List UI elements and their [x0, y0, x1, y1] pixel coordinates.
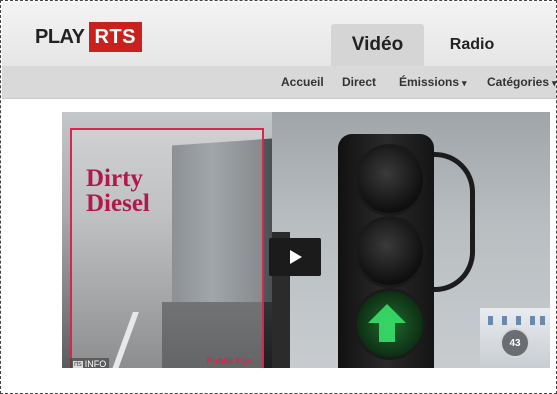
tab-radio[interactable]: Radio: [425, 24, 519, 66]
video-player[interactable]: Dirty Diesel Public Eye rts INFO 43: [62, 112, 550, 368]
caret-down-icon: ▾: [552, 78, 557, 88]
logo-play-text: PLAY: [35, 25, 85, 48]
channel-badge-prefix: rts: [73, 360, 83, 368]
channel-badge: rts INFO: [70, 358, 110, 368]
nav-categories-label: Catégories: [487, 75, 550, 89]
site-header: PLAY RTS Vidéo Radio: [2, 2, 556, 66]
nav-categories[interactable]: Catégories ▾: [487, 75, 557, 89]
video-thumbnail-left: Dirty Diesel Public Eye rts INFO: [62, 112, 272, 368]
magazine-title: Dirty Diesel: [86, 166, 150, 216]
traffic-lamp-red: [354, 144, 426, 216]
nav-accueil[interactable]: Accueil: [281, 75, 324, 89]
page-frame: PLAY RTS Vidéo Radio Accueil Direct Émis…: [0, 0, 557, 394]
magazine-title-line1: Dirty: [86, 165, 143, 192]
nav-emissions[interactable]: Émissions ▾: [399, 75, 467, 89]
logo-rts-text: RTS: [88, 22, 143, 52]
corner-number-badge: 43: [500, 328, 530, 358]
play-rts-logo[interactable]: PLAY RTS: [35, 22, 143, 52]
tab-video[interactable]: Vidéo: [331, 24, 424, 66]
green-arrow-icon: [368, 304, 406, 342]
sub-navigation: Accueil Direct Émissions ▾ Catégories ▾: [2, 66, 556, 99]
magazine-title-line2: Diesel: [86, 190, 150, 217]
light-bracket: [430, 152, 475, 292]
magazine-brand: Public Eye: [206, 356, 252, 366]
play-button[interactable]: [269, 238, 321, 276]
nav-emissions-label: Émissions: [399, 75, 460, 89]
nav-direct-label: Direct: [342, 75, 377, 89]
play-icon: [290, 250, 302, 264]
magazine-cover: Dirty Diesel Public Eye: [70, 128, 264, 368]
nav-accueil-label: Accueil: [281, 75, 324, 89]
caret-down-icon: ▾: [462, 78, 467, 88]
channel-badge-text: INFO: [84, 359, 107, 368]
nav-direct[interactable]: Direct: [342, 75, 376, 89]
traffic-lamp-amber: [354, 216, 426, 288]
